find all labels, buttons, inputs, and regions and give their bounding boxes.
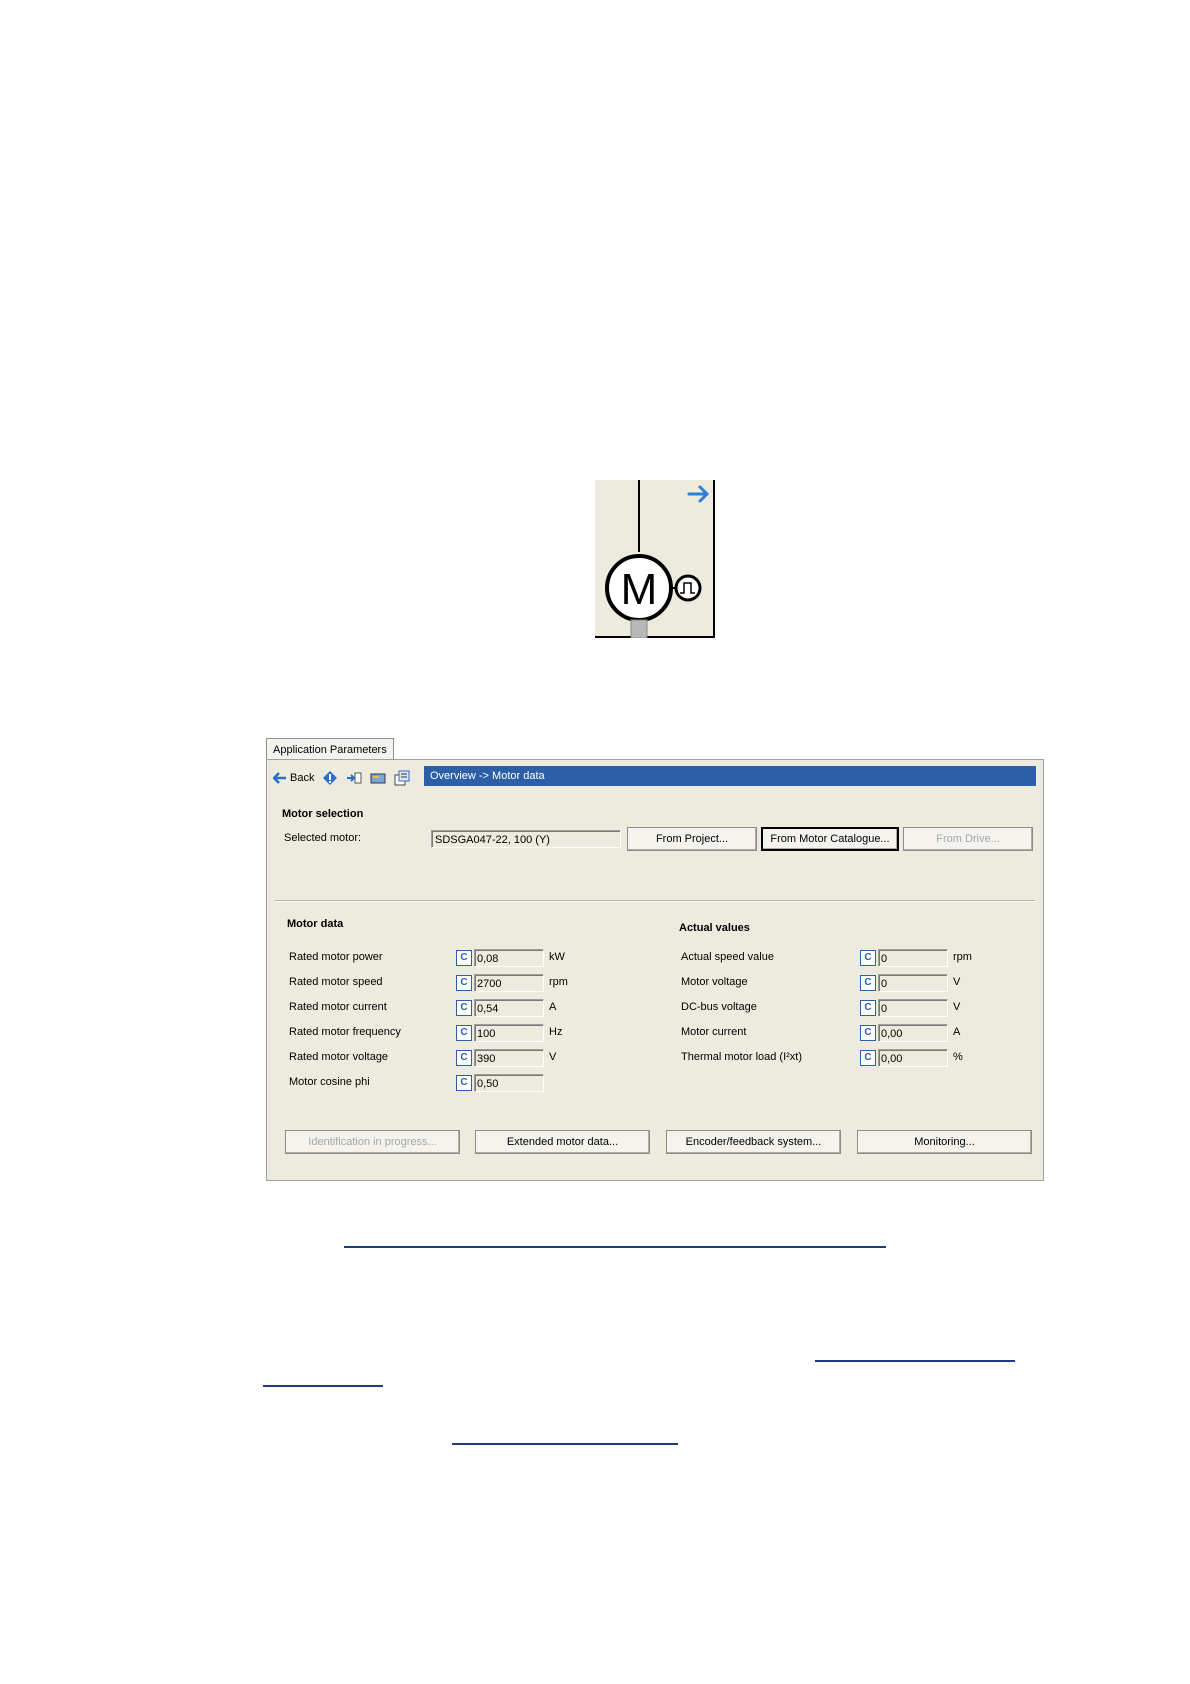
link-underline[interactable]: [263, 1385, 383, 1387]
actual-value-label: DC-bus voltage: [681, 1001, 757, 1013]
from-drive-button: From Drive...: [903, 827, 1033, 851]
change-badge[interactable]: C: [456, 950, 472, 966]
motor-data-unit: rpm: [549, 976, 568, 988]
actual-value-label: Thermal motor load (I²xt): [681, 1051, 803, 1063]
change-badge[interactable]: C: [456, 1050, 472, 1066]
motor-block-icon[interactable]: M: [595, 480, 715, 638]
actual-value-unit: A: [953, 1026, 961, 1038]
motor-data-unit: kW: [549, 951, 565, 963]
identification-button: Identification in progress...: [285, 1130, 460, 1154]
breadcrumb: Overview -> Motor data: [424, 766, 1036, 786]
actual-value-label: Actual speed value: [681, 951, 774, 963]
info-icon[interactable]: [322, 770, 338, 786]
from-motor-catalogue-button[interactable]: From Motor Catalogue...: [761, 827, 899, 851]
change-badge[interactable]: C: [456, 1000, 472, 1016]
extended-motor-data-button[interactable]: Extended motor data...: [475, 1130, 650, 1154]
motor-data-panel: Back Overview -> Motor data Motor select…: [266, 759, 1044, 1181]
change-badge[interactable]: C: [860, 1025, 876, 1041]
motor-data-label: Rated motor frequency: [289, 1026, 401, 1038]
actual-value-value-field[interactable]: 0,00: [878, 1024, 948, 1042]
motor-data-unit: V: [549, 1051, 557, 1063]
actual-value-label: Motor voltage: [681, 976, 748, 988]
back-label: Back: [290, 772, 315, 784]
motor-data-value-field[interactable]: 0,50: [474, 1074, 544, 1092]
link-underline[interactable]: [344, 1246, 886, 1248]
motor-data-value-field[interactable]: 0,54: [474, 999, 544, 1017]
motor-data-heading: Motor data: [287, 918, 344, 930]
motor-selection-heading: Motor selection: [282, 808, 364, 820]
change-badge[interactable]: C: [860, 1000, 876, 1016]
motor-data-value-field[interactable]: 390: [474, 1049, 544, 1067]
actual-values-heading: Actual values: [679, 922, 750, 934]
selected-motor-field[interactable]: SDSGA047-22, 100 (Y): [431, 830, 621, 848]
actual-value-unit: rpm: [953, 951, 972, 963]
actual-value-unit: V: [953, 1001, 961, 1013]
motor-data-label: Motor cosine phi: [289, 1076, 370, 1088]
motor-data-unit: A: [549, 1001, 557, 1013]
actual-value-unit: V: [953, 976, 961, 988]
monitoring-button[interactable]: Monitoring...: [857, 1130, 1032, 1154]
encoder-feedback-button[interactable]: Encoder/feedback system...: [666, 1130, 841, 1154]
back-button[interactable]: Back: [273, 772, 314, 784]
change-badge[interactable]: C: [456, 975, 472, 991]
actual-value-value-field[interactable]: 0: [878, 974, 948, 992]
change-badge[interactable]: C: [456, 1025, 472, 1041]
tab-application-parameters[interactable]: Application Parameters: [266, 738, 394, 760]
actual-value-value-field[interactable]: 0,00: [878, 1049, 948, 1067]
change-badge[interactable]: C: [860, 1050, 876, 1066]
motor-data-label: Rated motor voltage: [289, 1051, 389, 1063]
motor-symbol-graphic: M: [605, 480, 710, 638]
actual-value-unit: %: [953, 1051, 963, 1063]
motor-data-unit: Hz: [549, 1026, 563, 1038]
toolbar: Back: [273, 768, 410, 788]
motor-data-value-field[interactable]: 0,08: [474, 949, 544, 967]
application-parameters-window: Application Parameters Back Overview -> …: [266, 736, 1044, 1181]
link-underline[interactable]: [815, 1360, 1015, 1362]
motor-data-label: Rated motor power: [289, 951, 383, 963]
motor-data-label: Rated motor current: [289, 1001, 387, 1013]
motor-data-label: Rated motor speed: [289, 976, 383, 988]
import-icon[interactable]: [346, 770, 362, 786]
section-divider: [275, 900, 1035, 902]
selected-motor-label: Selected motor:: [284, 832, 362, 844]
arrow-right-icon: [687, 485, 710, 503]
back-arrow-icon: [273, 772, 286, 784]
actual-value-value-field[interactable]: 0: [878, 949, 948, 967]
motor-letter: M: [621, 565, 658, 614]
actual-value-label: Motor current: [681, 1026, 747, 1038]
card-icon[interactable]: [370, 770, 386, 786]
actual-value-value-field[interactable]: 0: [878, 999, 948, 1017]
change-badge[interactable]: C: [860, 950, 876, 966]
change-badge[interactable]: C: [456, 1075, 472, 1091]
from-project-button[interactable]: From Project...: [627, 827, 757, 851]
properties-icon[interactable]: [394, 770, 410, 786]
change-badge[interactable]: C: [860, 975, 876, 991]
motor-data-value-field[interactable]: 100: [474, 1024, 544, 1042]
motor-data-value-field[interactable]: 2700: [474, 974, 544, 992]
link-underline[interactable]: [452, 1443, 678, 1445]
